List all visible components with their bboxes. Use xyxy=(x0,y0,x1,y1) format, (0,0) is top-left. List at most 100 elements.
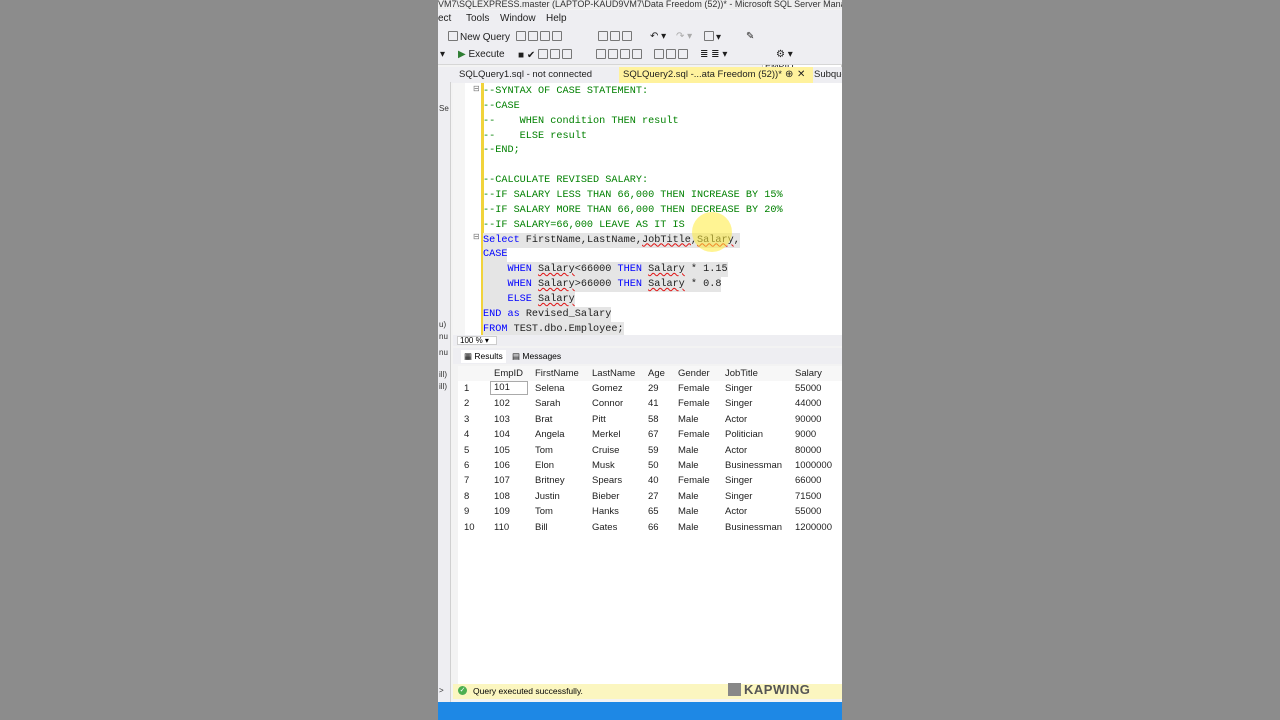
toolbar-standard: New Query ↶ ▾ ↷ ▾ ▾ ✎ EMPID xyxy=(438,28,842,71)
code-token: THEN xyxy=(617,279,649,291)
code-token: Salary xyxy=(648,279,685,291)
code-line[interactable]: --CASE xyxy=(483,99,520,114)
column-header-gender[interactable]: Gender xyxy=(678,368,710,379)
debug-icon[interactable]: ■ ✔ xyxy=(518,49,574,61)
code-line[interactable]: END as Revised_Salary xyxy=(483,306,612,322)
table-cell-lastname: Merkel xyxy=(592,429,621,441)
table-cell-lastname: Gates xyxy=(592,521,618,533)
table-row[interactable]: 8 108 Justin Bieber 27 Male Singer 71500 xyxy=(458,490,842,505)
table-row[interactable]: 10 110 Bill Gates 66 Male Businessman 1200000 xyxy=(458,521,842,536)
collapse-icon[interactable]: ⊟ xyxy=(473,232,480,241)
success-check-icon: ✓ xyxy=(458,686,467,695)
object-explorer-collapsed[interactable]: Se u) nu nu ill) ill) > xyxy=(438,82,451,702)
pin-icon[interactable]: ⊕ xyxy=(785,67,793,83)
indent-icons[interactable]: ≣ ≣ ▾ xyxy=(700,49,727,60)
menu-window[interactable]: Window xyxy=(500,13,536,24)
tab-sqlquery2[interactable]: SQLQuery2.sql -...ata Freedom (52))* ⊕ ✕ xyxy=(619,67,813,83)
code-token: Salary xyxy=(538,293,575,305)
menu-project[interactable]: ect xyxy=(438,13,451,24)
grid-icon: ▦ xyxy=(464,351,473,361)
table-cell-firstname: Britney xyxy=(535,475,565,487)
menu-help[interactable]: Help xyxy=(546,13,567,24)
table-cell-row-number[interactable]: 6 xyxy=(464,460,469,471)
column-header-age[interactable]: Age xyxy=(648,368,665,379)
table-cell-salary: 1000000 xyxy=(795,460,832,471)
code-token: 66000 xyxy=(580,279,618,291)
table-cell-row-number[interactable]: 4 xyxy=(464,429,469,440)
query-editor[interactable]: ⊟ ⊟ --SYNTAX OF CASE STATEMENT: --CASE -- … xyxy=(453,83,842,335)
open-file-icon[interactable] xyxy=(516,31,564,43)
code-line[interactable]: -- WHEN condition THEN result xyxy=(483,114,679,129)
undo-icon[interactable]: ↶ ▾ xyxy=(650,31,666,42)
table-cell-lastname: Pitt xyxy=(592,413,606,425)
query-options-icons[interactable] xyxy=(596,49,644,61)
table-cell-salary: 55000 xyxy=(795,506,822,518)
column-header-lastname[interactable]: LastName xyxy=(592,368,635,379)
close-tab-icon[interactable]: ✕ xyxy=(797,67,805,83)
column-header-jobtitle[interactable]: JobTitle xyxy=(725,368,758,379)
column-header-salary[interactable]: Salary xyxy=(795,368,822,379)
table-row[interactable]: 5 105 Tom Cruise 59 Male Actor 80000 xyxy=(458,444,842,459)
table-cell-jobtitle: Singer xyxy=(725,490,753,502)
column-header-firstname[interactable]: FirstName xyxy=(535,368,579,379)
zoom-select[interactable]: 100 % ▾ xyxy=(457,336,497,345)
toolbar-misc-icon[interactable]: ▾ xyxy=(704,31,721,43)
code-token: --CALCULATE REVISED SALARY: xyxy=(483,175,649,187)
table-row[interactable]: 7 107 Britney Spears 40 Female Singer 66000 xyxy=(458,474,842,489)
explorer-fragment: u) xyxy=(439,320,447,329)
table-row[interactable]: 4 104 Angela Merkel 67 Female Politician 9000 xyxy=(458,428,842,443)
results-grid[interactable]: EmpID FirstName LastName Age Gender JobTitle S… xyxy=(458,366,842,684)
table-row[interactable]: 6 106 Elon Musk 50 Male Businessman 1000000 xyxy=(458,459,842,474)
code-line[interactable]: --IF SALARY MORE THAN 66,000 THEN DECREA… xyxy=(483,203,783,218)
table-cell-row-number[interactable]: 3 xyxy=(464,414,469,425)
table-row[interactable]: 3 103 Brat Pitt 58 Male Actor 90000 xyxy=(458,413,842,428)
column-header-empid[interactable]: EmpID xyxy=(494,368,523,379)
table-cell-row-number[interactable]: 10 xyxy=(464,522,475,533)
table-row[interactable]: 2 102 Sarah Connor 41 Female Singer 44000 xyxy=(458,397,842,412)
explorer-fragment: Se xyxy=(439,104,449,113)
table-cell-row-number[interactable]: 8 xyxy=(464,491,469,502)
new-query-button[interactable]: New Query xyxy=(448,31,510,43)
table-cell-empid: 110 xyxy=(494,521,510,533)
tab-subquery[interactable]: Subque xyxy=(810,67,842,83)
code-line[interactable]: WHEN Salary>66000 THEN Salary * 0.8 xyxy=(483,277,722,293)
code-token: 66000 xyxy=(580,264,618,276)
code-line[interactable]: --CALCULATE REVISED SALARY: xyxy=(483,173,648,188)
redo-icon[interactable]: ↷ ▾ xyxy=(676,31,692,42)
code-line[interactable]: FROM TEST.dbo.Employee; xyxy=(483,321,624,335)
results-grid-icons[interactable] xyxy=(654,49,690,61)
code-line[interactable]: -- ELSE result xyxy=(483,129,587,144)
code-line[interactable]: CASE xyxy=(483,247,508,263)
code-line[interactable]: --SYNTAX OF CASE STATEMENT: xyxy=(483,84,648,99)
collapse-icon[interactable]: ⊟ xyxy=(473,84,480,93)
code-line[interactable]: --END; xyxy=(483,143,520,158)
table-cell-row-number[interactable]: 7 xyxy=(464,475,469,486)
table-cell-empid: 106 xyxy=(494,460,510,471)
code-line[interactable]: --IF SALARY LESS THAN 66,000 THEN INCREA… xyxy=(483,188,783,203)
cut-copy-paste-icons[interactable] xyxy=(598,31,634,43)
object-explorer-toggle[interactable]: ▾ xyxy=(440,49,445,60)
menu-tools[interactable]: Tools xyxy=(466,13,489,24)
code-line[interactable]: ELSE Salary xyxy=(483,291,575,307)
table-cell-row-number[interactable]: 9 xyxy=(464,506,469,517)
change-db-icon[interactable]: ✎ xyxy=(746,31,754,42)
tab-messages[interactable]: ▤ Messages xyxy=(509,350,564,363)
table-row[interactable]: 1 101 Selena Gomez 29 Female Singer 55000 xyxy=(458,381,842,397)
tab-results[interactable]: ▦ Results xyxy=(461,350,506,363)
explorer-fragment: > xyxy=(439,686,444,695)
table-cell-salary: 44000 xyxy=(795,398,822,410)
code-token: LastName xyxy=(586,234,636,246)
table-cell-row-number[interactable]: 5 xyxy=(464,445,469,456)
window-title: VM7\SQLEXPRESS.master (LAPTOP-KAUD9VM7\D… xyxy=(438,0,842,9)
execute-button[interactable]: ▶ Execute xyxy=(458,49,505,60)
table-row[interactable]: 9 109 Tom Hanks 65 Male Actor 55000 xyxy=(458,505,842,520)
table-cell-row-number[interactable]: 1 xyxy=(464,383,469,394)
tab-sqlquery1[interactable]: SQLQuery1.sql - not connected xyxy=(455,67,619,83)
code-token: Select xyxy=(483,234,526,246)
table-cell-row-number[interactable]: 2 xyxy=(464,398,469,409)
window-bottom-bar xyxy=(438,702,842,720)
code-line[interactable]: WHEN Salary<66000 THEN Salary * 1.15 xyxy=(483,262,728,278)
specify-values-icon[interactable]: ⚙ ▾ xyxy=(776,49,793,60)
code-line[interactable]: --IF SALARY=66,000 LEAVE AS IT IS xyxy=(483,218,685,233)
table-cell-jobtitle: Businessman xyxy=(725,460,783,471)
